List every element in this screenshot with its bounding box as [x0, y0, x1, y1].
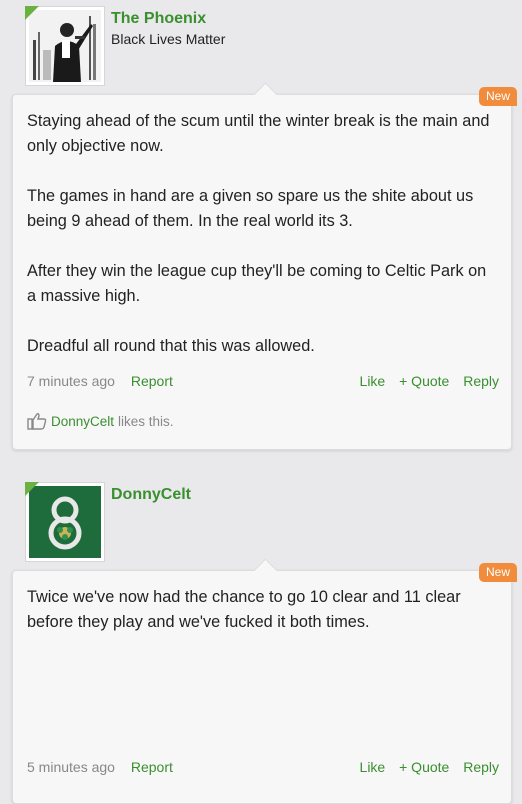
new-badge: New [478, 87, 517, 106]
post-meta: 5 minutes ago Report Like + Quote Reply [27, 759, 499, 775]
reply-link[interactable]: Reply [463, 759, 499, 775]
avatar-photo-icon [29, 10, 101, 82]
post-meta: 7 minutes ago Report Like + Quote Reply [27, 373, 499, 389]
post: The Phoenix Black Lives Matter New Stayi… [12, 0, 517, 450]
post-time[interactable]: 7 minutes ago [27, 373, 115, 389]
like-link[interactable]: Like [360, 759, 386, 775]
username-link[interactable]: The Phoenix [111, 10, 206, 28]
avatar-logo-icon [29, 486, 101, 558]
quote-link[interactable]: + Quote [399, 759, 449, 775]
message-paragraph: Staying ahead of the scum until the wint… [27, 112, 490, 155]
message-paragraph: Twice we've now had the chance to go 10 … [27, 588, 461, 631]
message-paragraph: After they win the league cup they'll be… [27, 262, 487, 305]
username-link[interactable]: DonnyCelt [111, 486, 191, 504]
post-time[interactable]: 5 minutes ago [27, 759, 115, 775]
message-text: Twice we've now had the chance to go 10 … [13, 571, 511, 635]
new-badge: New [478, 563, 517, 582]
liker-link[interactable]: DonnyCelt [51, 414, 114, 429]
post: DonnyCelt New Twice we've now had the ch… [12, 476, 517, 804]
reply-link[interactable]: Reply [463, 373, 499, 389]
user-title: Black Lives Matter [111, 31, 226, 47]
online-indicator [25, 482, 39, 496]
message-paragraph: Dreadful all round that this was allowed… [27, 337, 315, 355]
post-actions: Like + Quote Reply [350, 759, 499, 775]
user-info: The Phoenix Black Lives Matter [12, 0, 512, 94]
post-actions: Like + Quote Reply [350, 373, 499, 389]
message-paragraph: The games in hand are a given so spare u… [27, 187, 474, 230]
thumbs-up-icon [27, 413, 47, 430]
report-link[interactable]: Report [131, 373, 173, 389]
user-info: DonnyCelt [12, 476, 512, 570]
quote-link[interactable]: + Quote [399, 373, 449, 389]
like-link[interactable]: Like [360, 373, 386, 389]
likes-text: likes this. [118, 413, 174, 429]
online-indicator [25, 6, 39, 20]
message-box: New Twice we've now had the chance to go… [12, 558, 517, 804]
message-text: Staying ahead of the scum until the wint… [13, 95, 511, 359]
report-link[interactable]: Report [131, 759, 173, 775]
likes-summary: DonnyCelt likes this. [27, 412, 174, 430]
message-box: New Staying ahead of the scum until the … [12, 82, 517, 450]
